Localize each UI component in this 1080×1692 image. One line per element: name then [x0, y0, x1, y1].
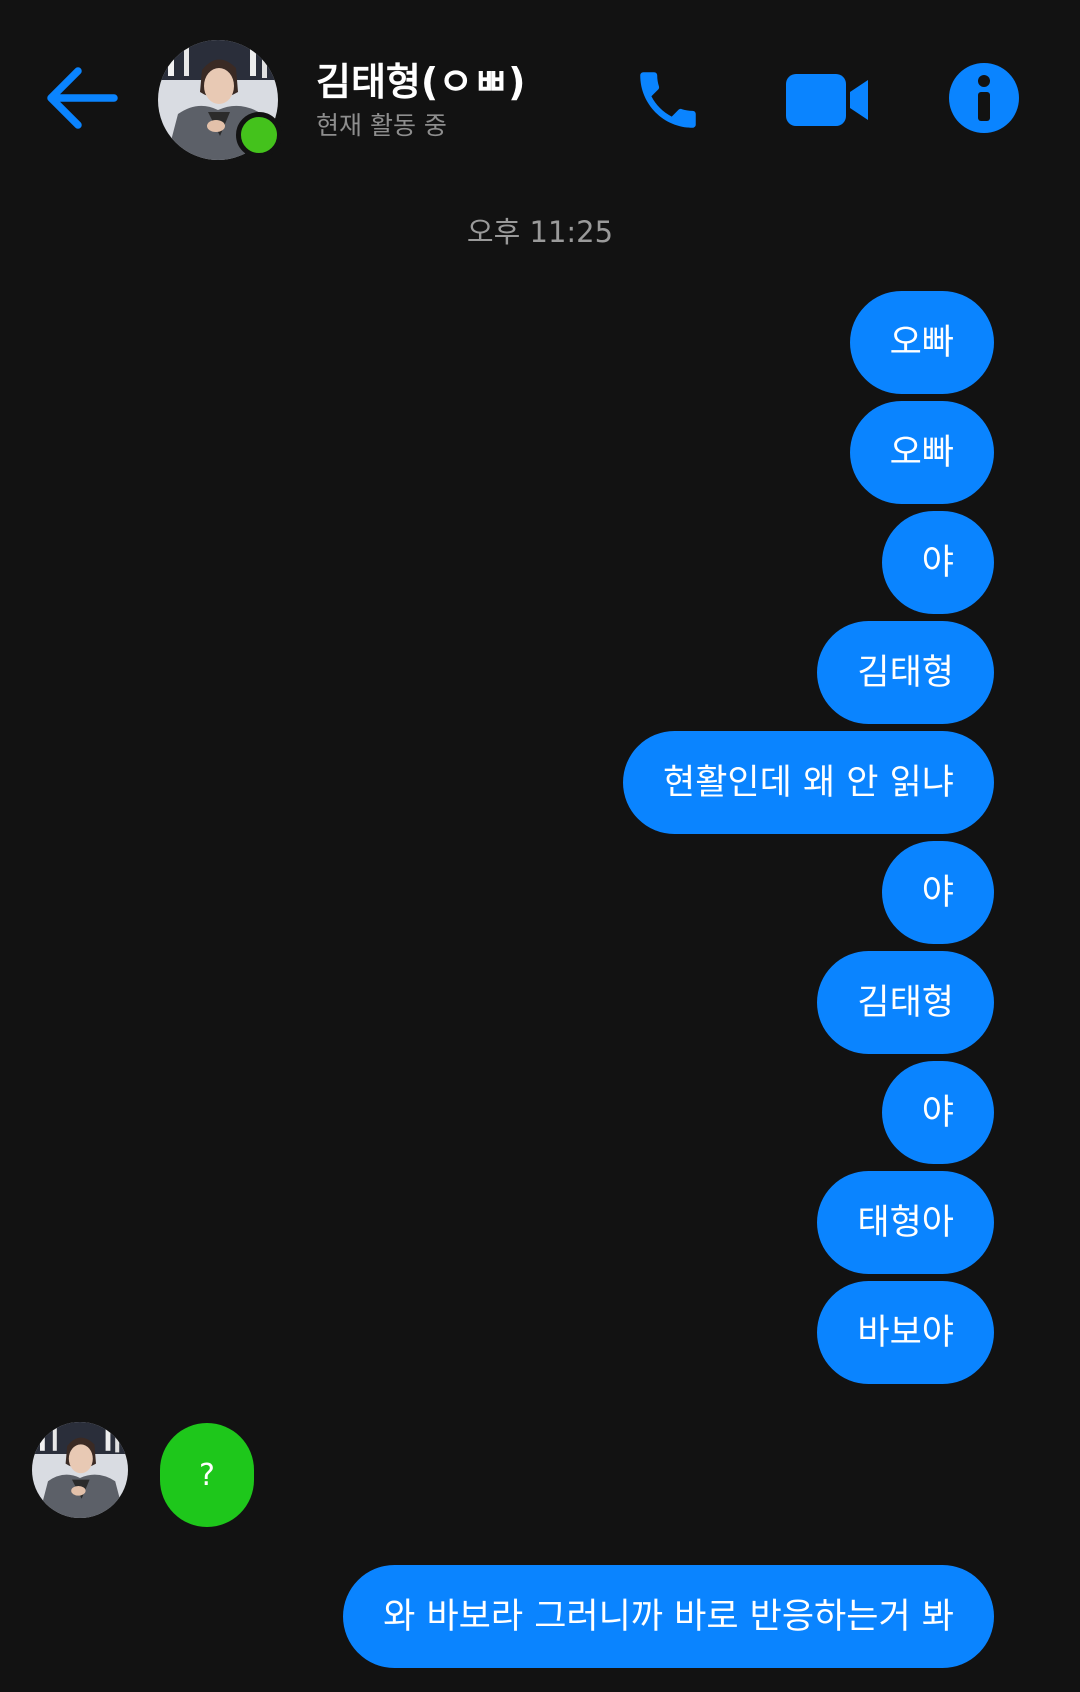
- online-status-indicator: [236, 112, 282, 158]
- arrow-left-icon: [47, 67, 118, 129]
- sent-message-bubble[interactable]: 오빠: [849, 291, 994, 394]
- active-status-text: 현재 활동 중: [316, 111, 447, 140]
- sent-message-group: 와 바보라 그러니까 바로 반응하는거 봐: [343, 1565, 994, 1668]
- conversation-info-button[interactable]: [944, 58, 1024, 138]
- contact-name[interactable]: 김태형(ㅇㅃ): [316, 60, 526, 104]
- info-icon: [949, 63, 1019, 133]
- contact-avatar[interactable]: [158, 40, 282, 160]
- sender-avatar[interactable]: [32, 1422, 128, 1518]
- sent-message-bubble[interactable]: 김태형: [817, 621, 994, 724]
- conversation-header: 김태형(ㅇㅃ) 현재 활동 중: [0, 0, 1080, 190]
- sent-message-bubble[interactable]: 오빠: [849, 401, 994, 504]
- voice-call-button[interactable]: [626, 58, 710, 142]
- video-camera-icon: [786, 74, 868, 126]
- sent-message-bubble[interactable]: 와 바보라 그러니까 바로 반응하는거 봐: [343, 1565, 994, 1668]
- sent-message-bubble[interactable]: 태형아: [817, 1171, 994, 1274]
- received-message-bubble[interactable]: ?: [160, 1423, 254, 1527]
- message-timestamp: 오후 11:25: [466, 215, 614, 249]
- sent-message-bubble[interactable]: 김태형: [817, 951, 994, 1054]
- sent-message-bubble[interactable]: 현활인데 왜 안 읽냐: [623, 731, 994, 834]
- sent-message-bubble[interactable]: 바보야: [817, 1281, 994, 1384]
- sent-message-bubble[interactable]: 야: [881, 841, 994, 944]
- phone-icon: [640, 72, 696, 128]
- sent-message-bubble[interactable]: 야: [881, 511, 994, 614]
- sent-message-bubble[interactable]: 야: [881, 1061, 994, 1164]
- back-button[interactable]: [38, 60, 122, 136]
- video-call-button[interactable]: [780, 58, 874, 142]
- sent-message-group: 오빠 오빠 야 김태형 현활인데 왜 안 읽냐 야 김태형 야 태형아 바보야: [623, 291, 994, 1384]
